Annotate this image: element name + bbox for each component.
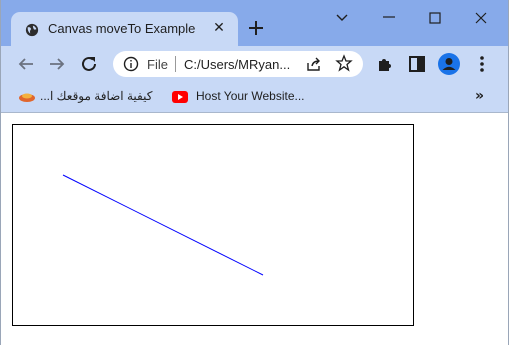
page-content	[1, 114, 508, 345]
url-text[interactable]: C:/Users/MRyan...	[184, 57, 290, 72]
bookmark-favicon	[19, 93, 35, 102]
minimize-icon	[383, 16, 395, 18]
forward-arrow-icon[interactable]	[46, 53, 68, 75]
close-window-button[interactable]	[458, 0, 504, 36]
close-icon	[475, 12, 487, 24]
bookmark-star-icon[interactable]	[335, 54, 353, 72]
scheme-label: File	[147, 57, 168, 72]
new-tab-icon[interactable]	[246, 18, 266, 38]
maximize-icon	[429, 12, 441, 24]
youtube-icon	[172, 91, 188, 103]
tab-search-button[interactable]	[319, 0, 365, 36]
drawing-canvas[interactable]	[12, 124, 414, 326]
address-separator	[175, 56, 176, 72]
bookmark-item-host-website[interactable]: Host Your Website...	[196, 89, 305, 103]
side-panel-icon[interactable]	[406, 53, 428, 75]
chevron-down-icon	[336, 14, 348, 21]
maximize-button[interactable]	[412, 0, 458, 36]
bookmarks-bar: كيفية اضافة موقعك ا... Host Your Website…	[1, 82, 508, 113]
globe-icon	[25, 23, 39, 37]
info-icon[interactable]	[123, 56, 139, 72]
kebab-menu-icon[interactable]	[471, 53, 493, 75]
tab-canvas-moveto[interactable]: Canvas moveTo Example ✕	[11, 12, 238, 47]
browser-toolbar: File C:/Users/MRyan...	[1, 46, 508, 82]
tab-close-icon[interactable]: ✕	[210, 19, 228, 37]
canvas-line	[62, 174, 264, 276]
profile-avatar-icon[interactable]	[438, 53, 460, 75]
tab-title: Canvas moveTo Example	[48, 21, 196, 36]
share-icon[interactable]	[305, 55, 323, 73]
bookmark-item-arabic[interactable]: كيفية اضافة موقعك ا...	[40, 89, 152, 103]
browser-window: Canvas moveTo Example ✕ File C:/Users/MR…	[0, 0, 509, 345]
tab-strip: Canvas moveTo Example ✕	[1, 0, 508, 47]
reload-icon[interactable]	[78, 53, 100, 75]
puzzle-icon[interactable]	[374, 53, 396, 75]
bookmarks-overflow-icon[interactable]: »	[475, 88, 484, 104]
canvas-surface	[62, 174, 264, 276]
person-icon	[442, 58, 456, 70]
address-bar[interactable]: File C:/Users/MRyan...	[113, 51, 363, 77]
back-arrow-icon[interactable]	[15, 53, 37, 75]
minimize-button[interactable]	[366, 0, 412, 36]
